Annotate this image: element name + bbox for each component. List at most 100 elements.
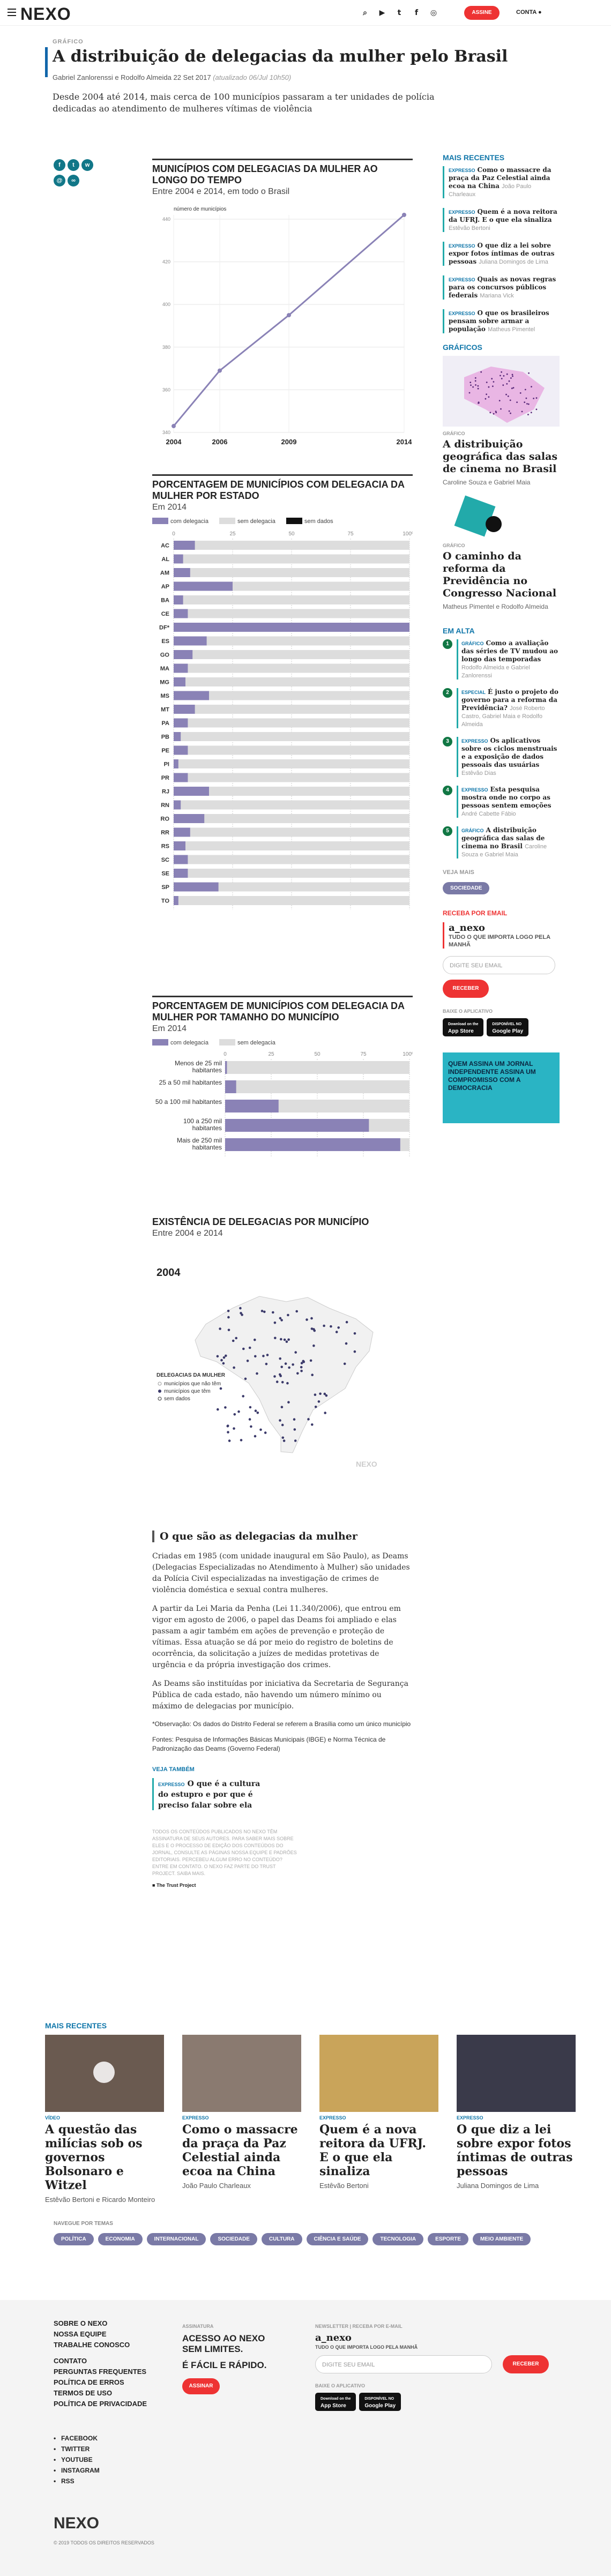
bar[interactable] [174, 827, 190, 837]
bar[interactable] [174, 705, 195, 714]
footer-link[interactable]: POLÍTICA DE ERROS [54, 2377, 147, 2388]
theme-pill[interactable]: INTERNACIONAL [146, 2233, 206, 2245]
bar[interactable] [174, 636, 207, 646]
card-image[interactable] [45, 2035, 164, 2112]
trending-item[interactable]: 5 GRÁFICO A distribuição geográfica das sa… [443, 826, 560, 858]
bar[interactable] [174, 787, 209, 796]
instagram-icon[interactable]: ◎ [429, 8, 438, 18]
theme-pill[interactable]: TECNOLOGIA [372, 2233, 424, 2245]
recent-card[interactable]: EXPRESSO O que diz a lei sobre expor foto… [457, 2035, 576, 2190]
card-image[interactable] [182, 2035, 301, 2112]
menu-icon[interactable] [8, 9, 16, 16]
theme-pill[interactable]: CIÊNCIA E SAÚDE [306, 2233, 369, 2245]
bar[interactable] [174, 554, 183, 564]
bar[interactable] [174, 541, 195, 550]
bar[interactable] [174, 745, 188, 755]
footer-link[interactable]: TERMOS DE USO [54, 2388, 147, 2399]
bar[interactable] [174, 718, 188, 728]
bar[interactable] [174, 691, 209, 700]
graphic-title-link[interactable]: O caminho da reforma da Previdência no C… [443, 550, 560, 600]
data-point[interactable] [172, 424, 176, 429]
card-image[interactable] [457, 2035, 576, 2112]
bar[interactable] [225, 1100, 279, 1112]
app-store-button[interactable]: Download on the App Store [315, 2393, 356, 2411]
footer-subscribe-button[interactable]: ASSINAR [182, 2378, 220, 2394]
bar[interactable] [174, 841, 185, 850]
theme-pill[interactable]: POLÍTICA [54, 2233, 94, 2245]
bar[interactable] [174, 882, 219, 892]
google-play-button[interactable]: DISPONÍVEL NO Google Play [359, 2393, 401, 2411]
footer-link[interactable]: TRABALHE CONOSCO [54, 2340, 147, 2350]
search-icon[interactable]: ⌕ [360, 8, 370, 18]
email-share-icon[interactable]: @ [54, 175, 65, 186]
data-point[interactable] [287, 313, 291, 318]
graphic-thumbnail-map[interactable] [443, 356, 560, 427]
footer-logo[interactable]: NEXO [54, 2514, 99, 2533]
theme-pill[interactable]: CULTURA [261, 2233, 302, 2245]
bar[interactable] [174, 800, 181, 810]
receive-button[interactable]: RECEBER [443, 980, 489, 998]
data-point[interactable] [218, 368, 222, 373]
bar[interactable] [174, 869, 188, 878]
bar[interactable] [174, 759, 178, 768]
graphic-thumbnail-illustration[interactable] [443, 495, 560, 543]
trending-item[interactable]: 2 ESPECIAL É justo o projeto do governo pa… [443, 688, 560, 728]
bar[interactable] [225, 1119, 369, 1132]
youtube-icon[interactable]: ▶ [377, 8, 387, 18]
bar[interactable] [174, 595, 183, 604]
play-icon[interactable] [93, 2062, 115, 2083]
social-link[interactable]: • TWITTER [54, 2444, 100, 2454]
bar[interactable] [174, 814, 205, 823]
bar[interactable] [174, 896, 178, 905]
trending-item[interactable]: 4 EXPRESSO Esta pesquisa mostra onde no co… [443, 786, 560, 818]
social-link[interactable]: • RSS [54, 2476, 100, 2487]
data-point[interactable] [402, 213, 406, 217]
recent-item[interactable]: EXPRESSO Quem é a nova reitora da UFRJ. E… [443, 208, 560, 232]
tag-pill[interactable]: SOCIEDADE [443, 882, 490, 894]
theme-pill[interactable]: SOCIEDADE [210, 2233, 257, 2245]
google-play-button[interactable]: DISPONÍVEL NO Google Play [487, 1018, 529, 1036]
footer-link[interactable]: PERGUNTAS FREQUENTES [54, 2366, 147, 2377]
card-image[interactable] [319, 2035, 438, 2112]
recent-card[interactable]: EXPRESSO Como o massacre da praça da Paz … [182, 2035, 301, 2190]
subscription-promo[interactable]: QUEM ASSINA UM JORNAL INDEPENDENTE ASSIN… [443, 1052, 560, 1123]
bar[interactable] [174, 663, 188, 673]
theme-pill[interactable]: MEIO AMBIENTE [472, 2233, 531, 2245]
footer-link[interactable]: NOSSA EQUIPE [54, 2329, 147, 2340]
email-input[interactable]: DIGITE SEU EMAIL [443, 956, 555, 974]
facebook-icon[interactable]: f [412, 8, 421, 18]
card-title[interactable]: O que diz a lei sobre expor fotos íntima… [457, 2123, 576, 2178]
subscribe-button[interactable]: ASSINE [464, 6, 500, 20]
trust-project-logo[interactable]: ■ The Trust Project [152, 1883, 413, 1888]
facebook-share-icon[interactable]: f [54, 159, 65, 171]
bar[interactable] [225, 1138, 400, 1151]
footer-email-input[interactable]: DIGITE SEU EMAIL [315, 2355, 492, 2373]
bar[interactable] [174, 677, 185, 686]
recent-item[interactable]: EXPRESSO Quais as novas regras para os co… [443, 275, 560, 300]
account-button[interactable]: CONTA ● [516, 9, 542, 16]
bar[interactable] [174, 732, 181, 741]
social-link[interactable]: • INSTAGRAM [54, 2465, 100, 2476]
trending-item[interactable]: 1 GRÁFICO Como a avaliação das séries de T… [443, 639, 560, 680]
graphic-title-link[interactable]: A distribuição geográfica das salas de c… [443, 438, 560, 475]
bar[interactable] [174, 623, 409, 632]
whatsapp-share-icon[interactable]: w [81, 159, 93, 171]
card-title[interactable]: Como o massacre da praça da Paz Celestia… [182, 2123, 301, 2178]
link-share-icon[interactable]: ∞ [68, 175, 79, 186]
recent-item[interactable]: EXPRESSO O que os brasileiros pensam sobr… [443, 309, 560, 333]
footer-link[interactable]: POLÍTICA DE PRIVACIDADE [54, 2399, 147, 2409]
twitter-share-icon[interactable]: t [68, 159, 79, 171]
footer-link[interactable]: CONTATO [54, 2356, 147, 2366]
see-also-link[interactable]: EXPRESSO O que é a cultura do estupro e … [152, 1778, 265, 1810]
recent-item[interactable]: EXPRESSO Como o massacre da praça da Paz … [443, 166, 560, 198]
bar[interactable] [174, 609, 188, 618]
recent-item[interactable]: EXPRESSO O que diz a lei sobre expor foto… [443, 242, 560, 266]
footer-receive-button[interactable]: RECEBER [503, 2355, 549, 2373]
trending-item[interactable]: 3 EXPRESSO Os aplicativos sobre os ciclos … [443, 737, 560, 777]
bar[interactable] [174, 568, 190, 577]
bar[interactable] [174, 650, 193, 659]
footer-link[interactable]: SOBRE O NEXO [54, 2318, 147, 2329]
card-title[interactable]: A questão das milícias sob os governos B… [45, 2123, 164, 2192]
twitter-icon[interactable]: t [394, 8, 404, 18]
theme-pill[interactable]: ECONOMIA [98, 2233, 143, 2245]
